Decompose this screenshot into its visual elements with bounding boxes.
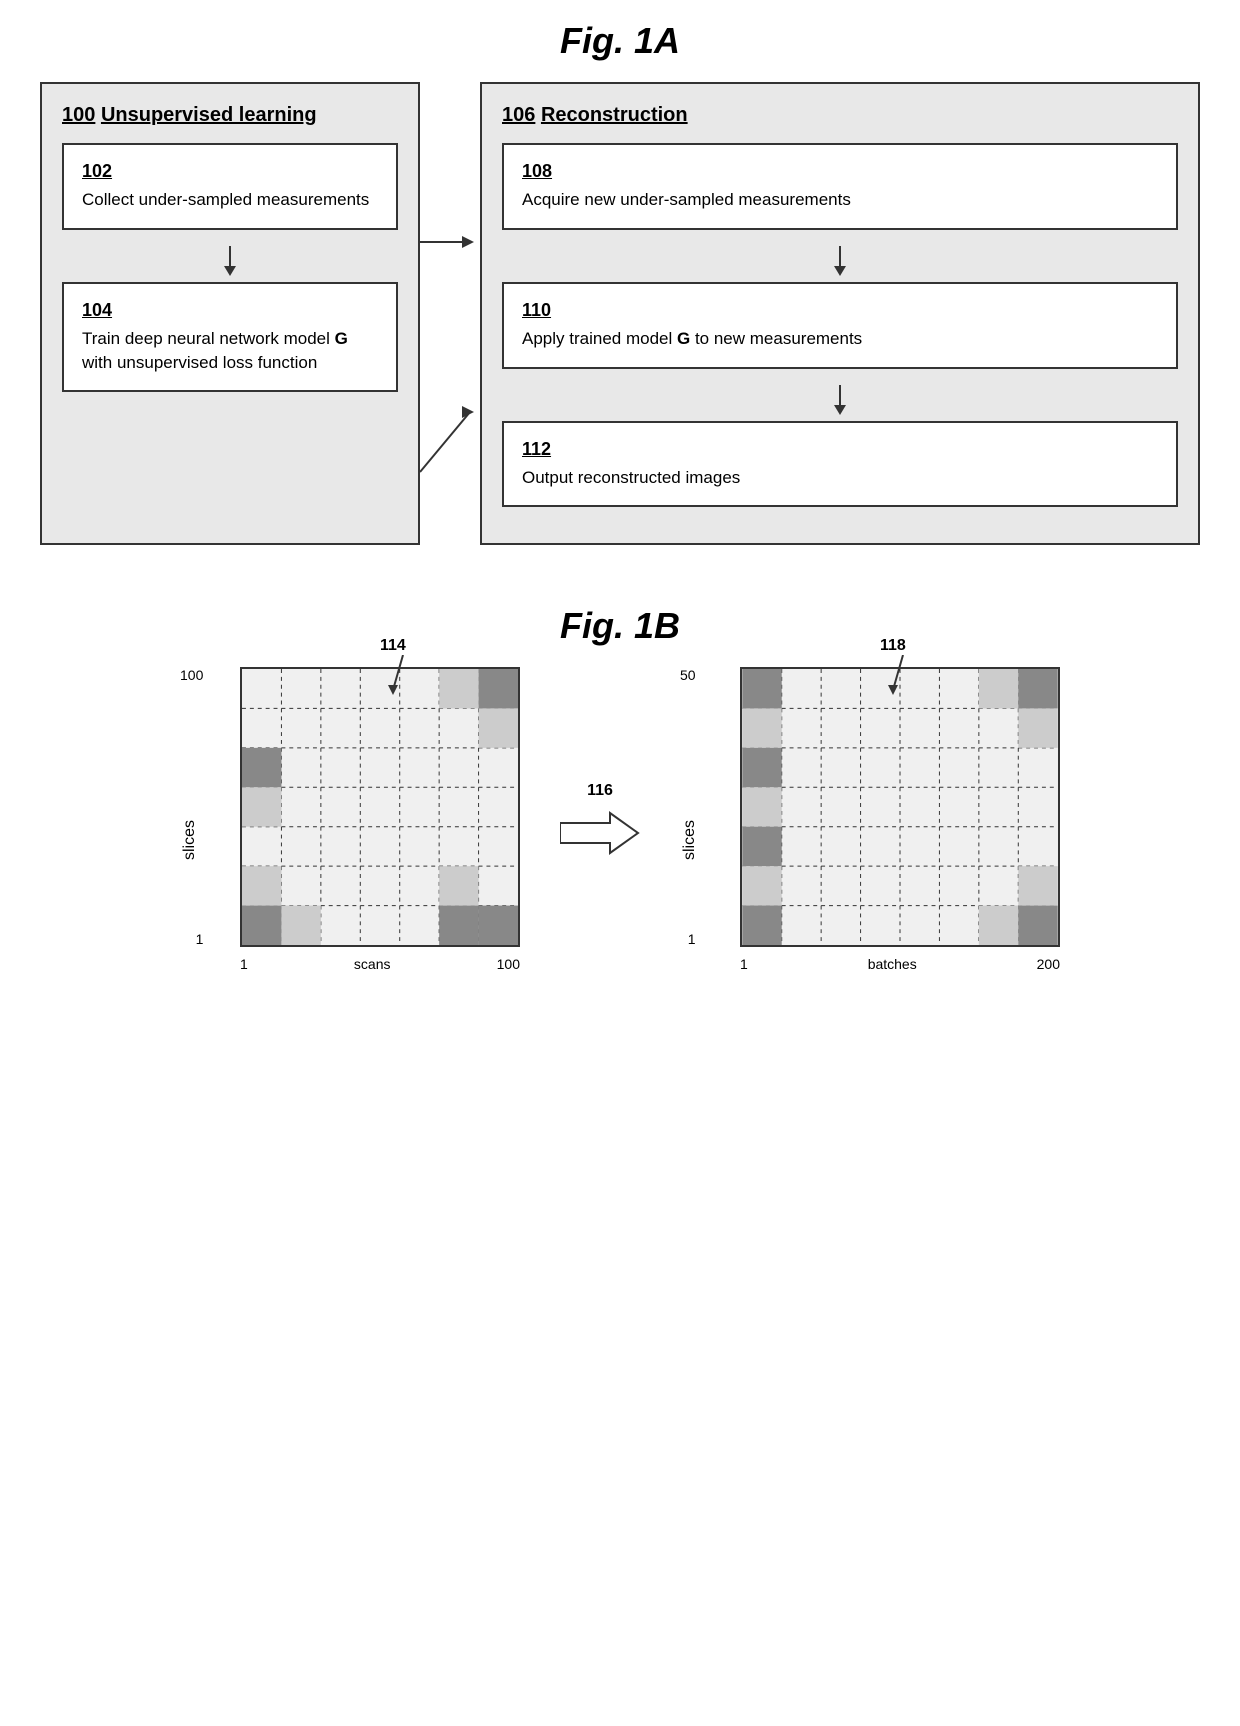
reconstruction-label: 106 Reconstruction xyxy=(502,104,1178,127)
box-102-text: Collect under-sampled measurements xyxy=(82,188,378,212)
box-112-text: Output reconstructed images xyxy=(522,466,1158,490)
left-grid-svg xyxy=(240,667,520,947)
box-102-label: 102 xyxy=(82,161,378,182)
box-104-text: Train deep neural network model G with u… xyxy=(82,327,378,375)
box-112-label: 112 xyxy=(522,439,1158,460)
box-104: 104 Train deep neural network model G wi… xyxy=(62,282,398,393)
box-104-label: 104 xyxy=(82,300,378,321)
box-108-text: Acquire new under-sampled measurements xyxy=(522,188,1158,212)
y-axis-right: 50 1 xyxy=(680,667,702,947)
unsupervised-label: 100 Unsupervised learning xyxy=(62,104,398,127)
right-arrow-icon xyxy=(560,808,640,858)
x-axis-left: 1 scans 100 xyxy=(240,956,520,972)
right-grid-svg xyxy=(740,667,1060,947)
arrow-110-to-112 xyxy=(502,385,1178,417)
right-grid-container: 118 50 1 slices xyxy=(680,667,1060,1012)
arrow-116-label: 116 xyxy=(587,782,613,800)
x-axis-right: 1 batches 200 xyxy=(740,956,1060,972)
slices-label-left: slices xyxy=(181,820,199,860)
box-102: 102 Collect under-sampled measurements xyxy=(62,143,398,230)
box-112: 112 Output reconstructed images xyxy=(502,421,1178,508)
box-110: 110 Apply trained model G to new measure… xyxy=(502,282,1178,369)
box-110-label: 110 xyxy=(522,300,1158,321)
label-118: 118 xyxy=(880,637,918,695)
y-axis-left: 100 1 xyxy=(180,667,209,947)
fig1a-diagram: 100 Unsupervised learning 102 Collect un… xyxy=(40,82,1200,545)
label-114: 114 xyxy=(380,637,418,695)
middle-arrow-116: 116 xyxy=(560,782,640,858)
reconstruction-box: 106 Reconstruction 108 Acquire new under… xyxy=(480,82,1200,545)
slices-label-right: slices xyxy=(681,820,699,860)
box-108: 108 Acquire new under-sampled measuremen… xyxy=(502,143,1178,230)
box-108-label: 108 xyxy=(522,161,1158,182)
arrow-108-to-110 xyxy=(502,246,1178,278)
box-110-text: Apply trained model G to new measurement… xyxy=(522,327,1158,351)
fig1b-section: Fig. 1B 114 100 1 slices xyxy=(40,605,1200,1012)
arrow-102-to-104 xyxy=(62,246,398,278)
left-grid-container: 114 100 1 slices xyxy=(180,667,520,1012)
fig1b-diagram: 114 100 1 slices xyxy=(40,667,1200,1012)
fig1a-title: Fig. 1A xyxy=(40,20,1200,62)
unsupervised-learning-box: 100 Unsupervised learning 102 Collect un… xyxy=(40,82,420,545)
fig1b-title: Fig. 1B xyxy=(40,605,1200,647)
